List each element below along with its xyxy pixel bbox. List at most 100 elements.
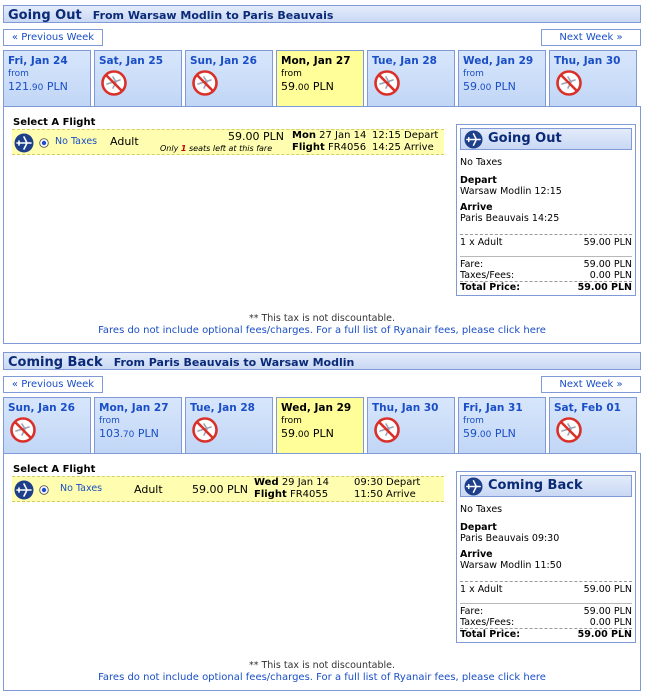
no-flight-icon <box>192 417 218 443</box>
radio-selected-icon[interactable] <box>39 485 49 495</box>
day-tab-date: Wed, Jan 29 <box>463 55 534 67</box>
fees-link[interactable]: Fares do not include optional fees/charg… <box>4 672 640 683</box>
return-previous-week-button[interactable]: « Previous Week <box>3 376 103 393</box>
day-tab-date: Sat, Feb 01 <box>554 402 621 414</box>
radio-selected-icon[interactable] <box>39 138 49 148</box>
no-flight-icon <box>10 417 36 443</box>
day-tab: Sun, Jan 26 <box>185 50 273 106</box>
day-tab-price: 59.00 PLN <box>463 427 516 440</box>
summary-arrive-label: Arrive <box>460 549 493 560</box>
day-tab: Tue, Jan 28 <box>185 397 273 453</box>
select-flight-title: Select A Flight <box>13 464 96 475</box>
no-flight-icon <box>374 70 400 96</box>
fare-type: No Taxes <box>55 136 98 147</box>
day-tab-from: from <box>8 69 29 79</box>
no-flight-icon <box>556 70 582 96</box>
summary-header: Going Out <box>460 128 632 150</box>
select-flight-title: Select A Flight <box>13 117 96 128</box>
day-tab-from: from <box>281 416 302 426</box>
plane-icon <box>14 133 34 153</box>
summary-taxes-row: Taxes/Fees: 0.00 PLN <box>460 270 632 281</box>
day-tab[interactable]: Mon, Jan 27 from 103.70 PLN <box>94 397 182 453</box>
flight-number: Flight FR4056 <box>292 142 367 153</box>
plane-icon <box>14 480 34 500</box>
day-tab-date: Fri, Jan 24 <box>8 55 68 67</box>
fare-type: No Taxes <box>60 483 103 494</box>
outbound-title: Going Out <box>8 8 82 23</box>
day-tab-from: from <box>463 416 484 426</box>
day-tab-date: Mon, Jan 27 <box>281 55 351 67</box>
day-tab: Sun, Jan 26 <box>3 397 91 453</box>
day-tab[interactable]: Fri, Jan 31 from 59.00 PLN <box>458 397 546 453</box>
summary-fare-row: Fare: 59.00 PLN <box>460 256 632 270</box>
passenger-type: Adult <box>110 135 139 148</box>
seats-left: Only 1 seats left at this fare <box>160 144 273 153</box>
depart-time: 09:30 Depart <box>354 477 421 488</box>
return-next-week-button[interactable]: Next Week » <box>541 376 641 393</box>
plane-icon <box>464 477 483 496</box>
summary-arrive: Paris Beauvais 14:25 <box>460 213 560 224</box>
flight-row[interactable]: No Taxes Adult 59.00 PLN Only 1 seats le… <box>12 129 444 155</box>
flight-date: Mon 27 Jan 14 <box>292 130 367 141</box>
summary-fare: No Taxes <box>460 504 503 515</box>
summary-depart-label: Depart <box>460 175 497 186</box>
day-tab[interactable]: Mon, Jan 27 from 59.00 PLN <box>276 50 364 106</box>
day-tab-date: Fri, Jan 31 <box>463 402 523 414</box>
return-route: From Paris Beauvais to Warsaw Modlin <box>113 356 355 369</box>
no-flight-icon <box>374 417 400 443</box>
summary-header: Coming Back <box>460 475 632 497</box>
day-tab-date: Sat, Jan 25 <box>99 55 164 67</box>
day-tab-date: Sun, Jan 26 <box>190 55 257 67</box>
return-summary-box: Coming Back No Taxes Depart Paris Beauva… <box>456 471 636 643</box>
tax-note: ** This tax is not discountable. <box>248 660 396 671</box>
passenger-type: Adult <box>134 483 163 496</box>
day-tab-date: Thu, Jan 30 <box>554 55 621 67</box>
depart-time: 12:15 Depart <box>372 130 439 141</box>
flight-date: Wed 29 Jan 14 <box>254 477 330 488</box>
summary-depart: Paris Beauvais 09:30 <box>460 533 560 544</box>
day-tab: Sat, Jan 25 <box>94 50 182 106</box>
arrive-time: 14:25 Arrive <box>372 142 434 153</box>
day-tab-price: 103.70 PLN <box>99 427 159 440</box>
day-tab[interactable]: Wed, Jan 29 from 59.00 PLN <box>276 397 364 453</box>
day-tab: Sat, Feb 01 <box>549 397 637 453</box>
seats-left-count: 1 <box>180 144 187 153</box>
no-flight-icon <box>101 70 127 96</box>
day-tab-date: Thu, Jan 30 <box>372 402 439 414</box>
summary-depart-label: Depart <box>460 522 497 533</box>
summary-fare: No Taxes <box>460 157 503 168</box>
day-tab-from: from <box>99 416 120 426</box>
outbound-route: From Warsaw Modlin to Paris Beauvais <box>92 9 334 22</box>
day-tab: Thu, Jan 30 <box>549 50 637 106</box>
summary-arrive-label: Arrive <box>460 202 493 213</box>
arrive-time: 11:50 Arrive <box>354 489 416 500</box>
outbound-header: Going Out From Warsaw Modlin to Paris Be… <box>3 5 641 23</box>
day-tab-price: 59.00 PLN <box>281 427 334 440</box>
summary-title: Going Out <box>488 131 562 146</box>
day-tab-price: 59.00 PLN <box>463 80 516 93</box>
day-tab-date: Tue, Jan 28 <box>372 55 437 67</box>
day-tab-price: 59.00 PLN <box>281 80 334 93</box>
tax-note: ** This tax is not discountable. <box>248 313 396 324</box>
day-tab-date: Tue, Jan 28 <box>190 402 255 414</box>
summary-fare-row: Fare: 59.00 PLN <box>460 603 632 617</box>
day-tab: Tue, Jan 28 <box>367 50 455 106</box>
summary-total-row: Total Price: 59.00 PLN <box>460 628 632 640</box>
return-title: Coming Back <box>8 355 103 370</box>
summary-total-row: Total Price: 59.00 PLN <box>460 281 632 293</box>
day-tab: Thu, Jan 30 <box>367 397 455 453</box>
day-tab-date: Wed, Jan 29 <box>281 402 352 414</box>
return-flight-panel: Select A Flight No Taxes Adult 59.00 PLN… <box>3 453 641 691</box>
day-tab-from: from <box>281 69 302 79</box>
outbound-previous-week-button[interactable]: « Previous Week <box>3 29 103 46</box>
outbound-summary-box: Going Out No Taxes Depart Warsaw Modlin … <box>456 124 636 296</box>
flight-number: Flight FR4055 <box>254 489 329 500</box>
flight-price: 59.00 PLN <box>228 130 284 143</box>
outbound-next-week-button[interactable]: Next Week » <box>541 29 641 46</box>
day-tab[interactable]: Fri, Jan 24 from 121.90 PLN <box>3 50 91 106</box>
day-tab[interactable]: Wed, Jan 29 from 59.00 PLN <box>458 50 546 106</box>
fees-link[interactable]: Fares do not include optional fees/charg… <box>4 325 640 336</box>
flight-row[interactable]: No Taxes Adult 59.00 PLN Wed 29 Jan 14 F… <box>12 476 444 502</box>
outbound-flight-panel: Select A Flight No Taxes Adult 59.00 PLN… <box>3 106 641 344</box>
summary-taxes-row: Taxes/Fees: 0.00 PLN <box>460 617 632 628</box>
